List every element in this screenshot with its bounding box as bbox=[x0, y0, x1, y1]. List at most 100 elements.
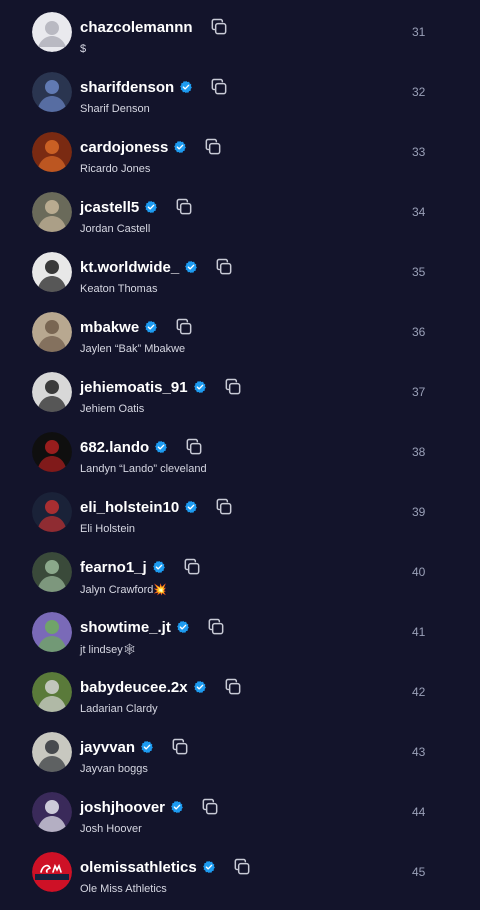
copy-icon[interactable] bbox=[170, 737, 190, 757]
username[interactable]: mbakwe bbox=[80, 319, 139, 336]
username-line: jcastell5 bbox=[80, 195, 194, 219]
list-item[interactable]: sharifdenson Sharif Denson 32 bbox=[0, 70, 480, 130]
username[interactable]: kt.worldwide_ bbox=[80, 259, 179, 276]
display-name: Ole Miss Athletics bbox=[80, 883, 167, 895]
copy-icon[interactable] bbox=[174, 317, 194, 337]
display-name: Jordan Castell bbox=[80, 223, 151, 235]
display-name: Ladarian Clardy bbox=[80, 703, 158, 715]
username[interactable]: chazcolemannn bbox=[80, 19, 193, 36]
verified-badge-icon bbox=[179, 80, 193, 94]
copy-icon[interactable] bbox=[214, 257, 234, 277]
list-item[interactable]: chazcolemannn $ 31 bbox=[0, 10, 480, 70]
copy-icon[interactable] bbox=[182, 557, 202, 577]
rank-number: 34 bbox=[412, 205, 426, 219]
rank-number: 44 bbox=[412, 805, 426, 819]
username-line: olemissathletics bbox=[80, 855, 252, 879]
username-line: joshjhoover bbox=[80, 795, 220, 819]
username-line: jehiemoatis_91 bbox=[80, 375, 243, 399]
rank-number: 38 bbox=[412, 445, 426, 459]
username[interactable]: babydeucee.2x bbox=[80, 679, 188, 696]
rank-number: 45 bbox=[412, 865, 426, 879]
username-line: cardojoness bbox=[80, 135, 223, 159]
list-item[interactable]: eli_holstein10 Eli Holstein 39 bbox=[0, 490, 480, 550]
copy-icon[interactable] bbox=[200, 797, 220, 817]
copy-icon[interactable] bbox=[223, 677, 243, 697]
verified-badge-icon bbox=[173, 140, 187, 154]
username[interactable]: jcastell5 bbox=[80, 199, 139, 216]
verified-badge-icon bbox=[184, 260, 198, 274]
username-line: kt.worldwide_ bbox=[80, 255, 234, 279]
copy-icon[interactable] bbox=[214, 497, 234, 517]
copy-icon[interactable] bbox=[203, 137, 223, 157]
username[interactable]: fearno1_j bbox=[80, 559, 147, 576]
verified-badge-icon bbox=[152, 560, 166, 574]
avatar[interactable] bbox=[32, 372, 72, 412]
verified-badge-icon bbox=[144, 200, 158, 214]
display-name: Jayvan boggs bbox=[80, 763, 148, 775]
username[interactable]: olemissathletics bbox=[80, 859, 197, 876]
avatar[interactable] bbox=[32, 792, 72, 832]
rank-number: 40 bbox=[412, 565, 426, 579]
username-line: 682.lando bbox=[80, 435, 204, 459]
username-line: eli_holstein10 bbox=[80, 495, 234, 519]
username-line: chazcolemannn bbox=[80, 15, 229, 39]
rank-number: 36 bbox=[412, 325, 426, 339]
list-item[interactable]: 682.lando Landyn “Lando” cleveland 38 bbox=[0, 430, 480, 490]
avatar[interactable] bbox=[32, 192, 72, 232]
copy-icon[interactable] bbox=[184, 437, 204, 457]
default-avatar-icon[interactable] bbox=[32, 12, 72, 52]
rank-number: 33 bbox=[412, 145, 426, 159]
rank-number: 37 bbox=[412, 385, 426, 399]
copy-icon[interactable] bbox=[223, 377, 243, 397]
rank-number: 41 bbox=[412, 625, 426, 639]
copy-icon[interactable] bbox=[174, 197, 194, 217]
list-item[interactable]: fearno1_j Jalyn Crawford💥 40 bbox=[0, 550, 480, 610]
display-name: Sharif Denson bbox=[80, 103, 150, 115]
username[interactable]: joshjhoover bbox=[80, 799, 165, 816]
list-item[interactable]: cardojoness Ricardo Jones 33 bbox=[0, 130, 480, 190]
username[interactable]: showtime_.jt bbox=[80, 619, 171, 636]
copy-icon[interactable] bbox=[206, 617, 226, 637]
list-item[interactable]: joshjhoover Josh Hoover 44 bbox=[0, 790, 480, 850]
list-item[interactable]: showtime_.jt jt lindsey🕸 41 bbox=[0, 610, 480, 670]
avatar[interactable] bbox=[32, 312, 72, 352]
display-name: Jalyn Crawford💥 bbox=[80, 584, 168, 596]
avatar[interactable] bbox=[32, 432, 72, 472]
username[interactable]: sharifdenson bbox=[80, 79, 174, 96]
verified-badge-icon bbox=[140, 740, 154, 754]
avatar[interactable] bbox=[32, 552, 72, 592]
verified-badge-icon bbox=[170, 800, 184, 814]
username[interactable]: eli_holstein10 bbox=[80, 499, 179, 516]
username[interactable]: jehiemoatis_91 bbox=[80, 379, 188, 396]
avatar[interactable] bbox=[32, 132, 72, 172]
ole-miss-logo[interactable] bbox=[32, 852, 72, 892]
list-item[interactable]: jcastell5 Jordan Castell 34 bbox=[0, 190, 480, 250]
username[interactable]: jayvvan bbox=[80, 739, 135, 756]
copy-icon[interactable] bbox=[209, 17, 229, 37]
display-name: Eli Holstein bbox=[80, 523, 136, 535]
list-item[interactable]: olemissathletics Ole Miss Athletics 45 bbox=[0, 850, 480, 910]
copy-icon[interactable] bbox=[232, 857, 252, 877]
list-item[interactable]: jayvvan Jayvan boggs 43 bbox=[0, 730, 480, 790]
username[interactable]: cardojoness bbox=[80, 139, 168, 156]
avatar[interactable] bbox=[32, 672, 72, 712]
verified-badge-icon bbox=[202, 860, 216, 874]
avatar[interactable] bbox=[32, 72, 72, 112]
display-name: Jehiem Oatis bbox=[80, 403, 145, 415]
display-name: Ricardo Jones bbox=[80, 163, 151, 175]
list-item[interactable]: jehiemoatis_91 Jehiem Oatis 37 bbox=[0, 370, 480, 430]
copy-icon[interactable] bbox=[209, 77, 229, 97]
avatar[interactable] bbox=[32, 492, 72, 532]
display-name: Landyn “Lando” cleveland bbox=[80, 463, 207, 475]
username[interactable]: 682.lando bbox=[80, 439, 149, 456]
rank-number: 43 bbox=[412, 745, 426, 759]
avatar[interactable] bbox=[32, 732, 72, 772]
avatar[interactable] bbox=[32, 252, 72, 292]
rank-number: 31 bbox=[412, 25, 426, 39]
display-name: jt lindsey🕸 bbox=[80, 644, 137, 656]
avatar[interactable] bbox=[32, 612, 72, 652]
list-item[interactable]: kt.worldwide_ Keaton Thomas 35 bbox=[0, 250, 480, 310]
list-item[interactable]: babydeucee.2x Ladarian Clardy 42 bbox=[0, 670, 480, 730]
list-item[interactable]: mbakwe Jaylen “Bak” Mbakwe 36 bbox=[0, 310, 480, 370]
display-name: $ bbox=[80, 43, 87, 55]
